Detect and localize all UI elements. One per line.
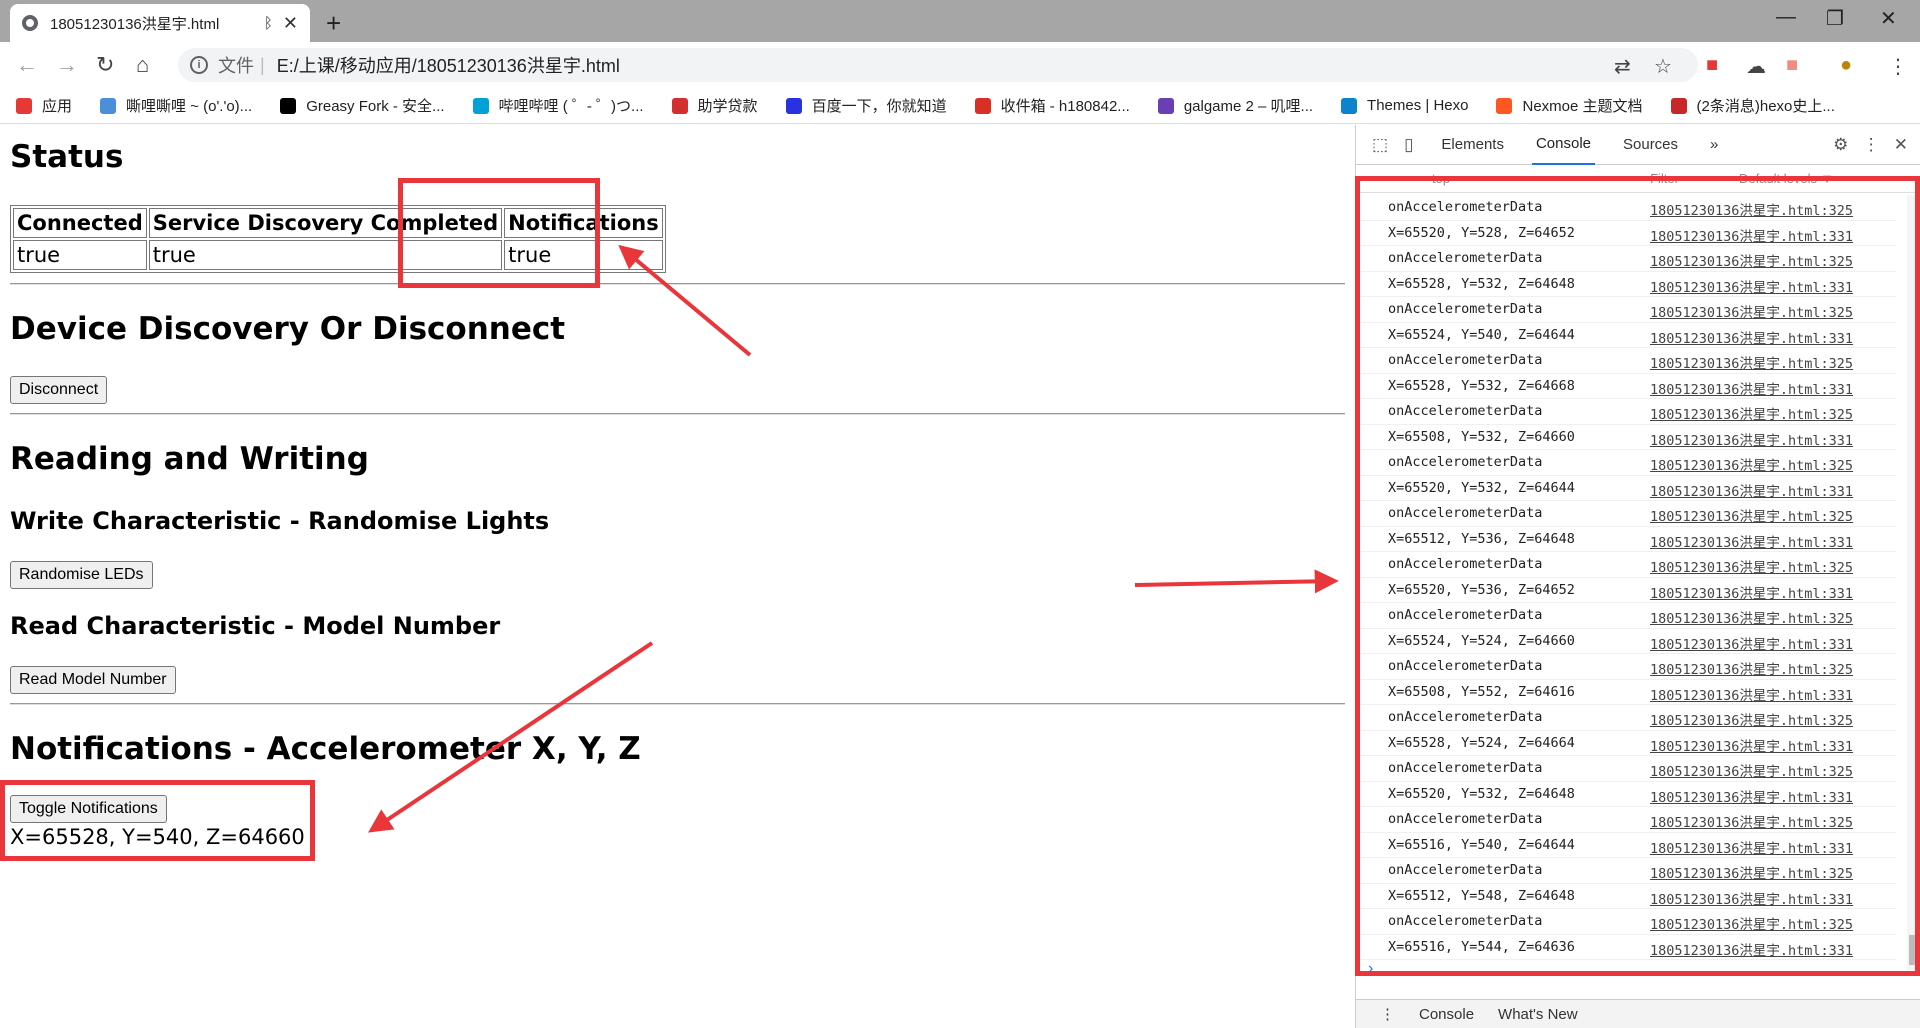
bookmark-label: (2条消息)hexo史上... bbox=[1696, 98, 1835, 115]
window-close-icon[interactable]: ✕ bbox=[1880, 6, 1897, 31]
more-tabs-icon[interactable]: » bbox=[1706, 125, 1722, 164]
bookmark-item[interactable]: (2条消息)hexo史上... bbox=[1670, 95, 1835, 116]
bookmark-item[interactable]: Nexmoe 主题文档 bbox=[1496, 95, 1643, 116]
devtools-drawer: ⋮ Console What's New bbox=[1356, 999, 1920, 1028]
reload-icon[interactable]: ↻ bbox=[96, 52, 114, 78]
tab-title: 18051230136洪星宇.html bbox=[50, 15, 220, 33]
bookmark-label: 嘶哩嘶哩 ~ (o'.'o)... bbox=[126, 98, 253, 115]
drawer-tab-console[interactable]: Console bbox=[1419, 1006, 1474, 1023]
divider bbox=[10, 413, 1345, 415]
bookmark-label: 助学贷款 bbox=[697, 98, 758, 115]
drawer-menu-icon[interactable]: ⋮ bbox=[1380, 1005, 1395, 1023]
forward-arrow-icon[interactable]: → bbox=[56, 52, 78, 78]
bookmark-favicon-icon bbox=[785, 97, 802, 114]
bookmark-item[interactable]: 助学贷款 bbox=[671, 95, 758, 116]
bookmark-label: 应用 bbox=[42, 98, 73, 115]
bookmark-label: Nexmoe 主题文档 bbox=[1522, 98, 1643, 115]
write-heading: Write Characteristic - Randomise Lights bbox=[10, 507, 550, 535]
randomise-leds-button[interactable]: Randomise LEDs bbox=[10, 561, 153, 589]
bookmark-favicon-icon bbox=[1157, 97, 1174, 114]
page-content: Status Connected Service Discovery Compl… bbox=[0, 125, 1355, 1028]
bookmark-star-icon[interactable]: ☆ bbox=[1654, 54, 1672, 79]
bookmark-favicon-icon bbox=[1670, 97, 1687, 114]
bookmark-item[interactable]: 嘶哩嘶哩 ~ (o'.'o)... bbox=[100, 95, 252, 116]
bookmark-label: 百度一下，你就知道 bbox=[811, 98, 947, 115]
home-icon[interactable]: ⌂ bbox=[136, 52, 149, 78]
divider bbox=[10, 283, 1345, 285]
read-model-number-button[interactable]: Read Model Number bbox=[10, 666, 176, 694]
url-text[interactable]: E:/上课/移动应用/18051230136洪星宇.html bbox=[277, 52, 620, 78]
bookmark-label: 收件箱 - h180842... bbox=[1000, 98, 1130, 115]
devtools-controls[interactable]: ⚙ ⋮ ✕ bbox=[1833, 135, 1908, 155]
bookmark-item[interactable]: 百度一下，你就知道 bbox=[785, 95, 947, 116]
annotation-box bbox=[1355, 176, 1920, 976]
bookmarks-bar: 应用 嘶哩嘶哩 ~ (o'.'o)... Greasy Fork - 安全... 哔哩… bbox=[0, 88, 1920, 124]
annotation-box bbox=[0, 780, 315, 861]
bookmark-label: Greasy Fork - 安全... bbox=[306, 98, 445, 115]
address-bar[interactable]: i 文件 | E:/上课/移动应用/18051230136洪星宇.html bbox=[178, 48, 1698, 82]
tab-elements[interactable]: Elements bbox=[1437, 125, 1508, 164]
new-tab-button[interactable]: + bbox=[326, 8, 341, 39]
bookmark-favicon-icon bbox=[1496, 97, 1513, 114]
device-toggle-icon[interactable]: ▯ bbox=[1404, 135, 1413, 155]
scheme-label: 文件 bbox=[218, 56, 254, 76]
globe-icon bbox=[22, 15, 38, 31]
translate-icon[interactable]: ⇄ bbox=[1614, 54, 1631, 79]
avatar[interactable]: ● bbox=[1840, 54, 1852, 77]
info-icon[interactable]: i bbox=[190, 56, 208, 74]
divider bbox=[10, 703, 1345, 705]
col-connected: Connected bbox=[13, 208, 147, 238]
extension-icon[interactable]: ■ bbox=[1786, 54, 1798, 77]
apps-grid-icon bbox=[16, 97, 32, 114]
devtools-tabbar: ⬚ ▯ Elements Console Sources » ⚙ ⋮ ✕ bbox=[1356, 125, 1920, 165]
menu-kebab-icon[interactable]: ⋮ bbox=[1888, 54, 1908, 79]
bookmark-favicon-icon bbox=[280, 97, 297, 114]
status-heading: Status bbox=[10, 139, 124, 175]
read-heading: Read Characteristic - Model Number bbox=[10, 612, 501, 640]
drawer-tab-whats-new[interactable]: What's New bbox=[1498, 1006, 1578, 1023]
tab-sources[interactable]: Sources bbox=[1619, 125, 1682, 164]
bookmark-item[interactable]: galgame 2 – 叽哩... bbox=[1157, 95, 1314, 116]
value-connected: true bbox=[13, 240, 147, 270]
reading-writing-heading: Reading and Writing bbox=[10, 441, 369, 477]
tab-console[interactable]: Console bbox=[1531, 124, 1595, 165]
omnibox-separator: | bbox=[260, 54, 265, 75]
bookmark-favicon-icon bbox=[974, 97, 991, 114]
bluetooth-icon: ᛒ bbox=[263, 14, 273, 32]
tab-strip: 18051230136洪星宇.html ᛒ ✕ + — ❐ ✕ bbox=[0, 0, 1920, 42]
browser-tab[interactable]: 18051230136洪星宇.html ᛒ ✕ bbox=[10, 4, 310, 42]
bookmark-favicon-icon bbox=[1341, 97, 1358, 114]
bookmark-item[interactable]: 哔哩哔哩 ( ゜- ゜)つ... bbox=[472, 95, 644, 116]
bookmark-label: galgame 2 – 叽哩... bbox=[1183, 98, 1314, 115]
browser-toolbar: ← → ↻ ⌂ i 文件 | E:/上课/移动应用/18051230136洪星宇… bbox=[0, 42, 1920, 88]
discovery-heading: Device Discovery Or Disconnect bbox=[10, 311, 566, 347]
bookmark-label: 哔哩哔哩 ( ゜- ゜)つ... bbox=[498, 98, 644, 115]
bookmark-favicon-icon bbox=[100, 97, 117, 114]
notifications-heading: Notifications - Accelerometer X, Y, Z bbox=[10, 731, 641, 767]
back-arrow-icon[interactable]: ← bbox=[16, 52, 38, 78]
extension-icon[interactable]: ☁ bbox=[1746, 54, 1766, 79]
bookmark-item[interactable]: 收件箱 - h180842... bbox=[974, 95, 1130, 116]
inspect-icon[interactable]: ⬚ bbox=[1372, 135, 1388, 155]
bookmark-favicon-icon bbox=[671, 97, 688, 114]
tab-close-icon[interactable]: ✕ bbox=[283, 13, 298, 34]
extension-icon[interactable]: ■ bbox=[1706, 54, 1718, 77]
annotation-box bbox=[398, 178, 600, 288]
bookmark-item[interactable]: 应用 bbox=[16, 95, 72, 116]
bookmark-item[interactable]: Greasy Fork - 安全... bbox=[280, 95, 445, 116]
restore-icon[interactable]: ❐ bbox=[1826, 6, 1844, 31]
disconnect-button[interactable]: Disconnect bbox=[10, 376, 108, 404]
bookmark-label: Themes | Hexo bbox=[1367, 97, 1469, 114]
bookmark-item[interactable]: Themes | Hexo bbox=[1341, 97, 1468, 114]
minimize-icon[interactable]: — bbox=[1776, 6, 1796, 29]
bookmark-favicon-icon bbox=[472, 97, 489, 114]
